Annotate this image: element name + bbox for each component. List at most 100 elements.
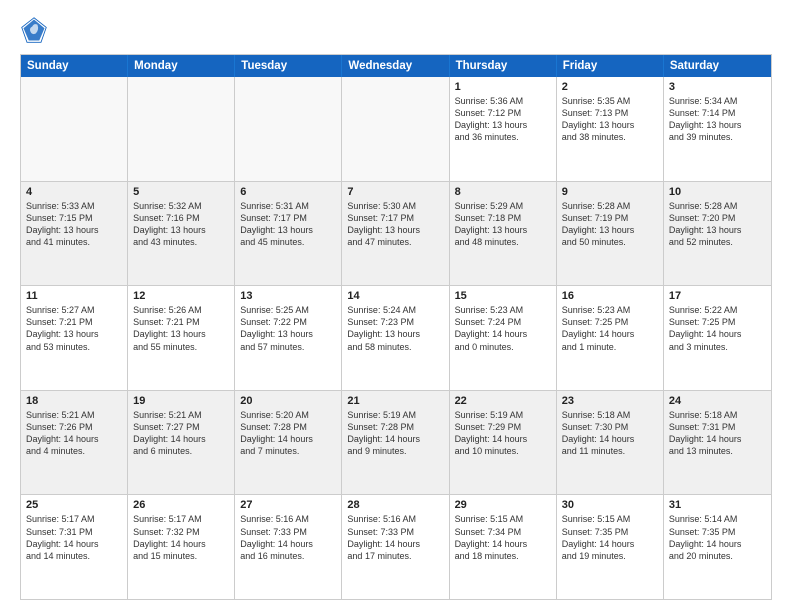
day-info: Sunrise: 5:30 AM Sunset: 7:17 PM Dayligh…	[347, 200, 443, 249]
day-number: 11	[26, 290, 122, 302]
logo	[20, 16, 52, 44]
day-number: 24	[669, 395, 766, 407]
day-info: Sunrise: 5:14 AM Sunset: 7:35 PM Dayligh…	[669, 513, 766, 562]
day-number: 20	[240, 395, 336, 407]
day-info: Sunrise: 5:15 AM Sunset: 7:35 PM Dayligh…	[562, 513, 658, 562]
day-number: 19	[133, 395, 229, 407]
day-info: Sunrise: 5:27 AM Sunset: 7:21 PM Dayligh…	[26, 304, 122, 353]
calendar-row-4: 18 Sunrise: 5:21 AM Sunset: 7:26 PM Dayli…	[21, 390, 771, 495]
day-cell-2: 2 Sunrise: 5:35 AM Sunset: 7:13 PM Daylig…	[557, 77, 664, 181]
calendar: SundayMondayTuesdayWednesdayThursdayFrid…	[20, 54, 772, 600]
day-info: Sunrise: 5:33 AM Sunset: 7:15 PM Dayligh…	[26, 200, 122, 249]
day-cell-3: 3 Sunrise: 5:34 AM Sunset: 7:14 PM Daylig…	[664, 77, 771, 181]
day-cell-30: 30 Sunrise: 5:15 AM Sunset: 7:35 PM Dayli…	[557, 495, 664, 599]
day-info: Sunrise: 5:25 AM Sunset: 7:22 PM Dayligh…	[240, 304, 336, 353]
day-info: Sunrise: 5:23 AM Sunset: 7:25 PM Dayligh…	[562, 304, 658, 353]
logo-icon	[20, 16, 48, 44]
day-cell-16: 16 Sunrise: 5:23 AM Sunset: 7:25 PM Dayli…	[557, 286, 664, 390]
calendar-row-5: 25 Sunrise: 5:17 AM Sunset: 7:31 PM Dayli…	[21, 494, 771, 599]
day-number: 25	[26, 499, 122, 511]
calendar-row-1: 1 Sunrise: 5:36 AM Sunset: 7:12 PM Daylig…	[21, 77, 771, 181]
day-cell-1: 1 Sunrise: 5:36 AM Sunset: 7:12 PM Daylig…	[450, 77, 557, 181]
header-cell-tuesday: Tuesday	[235, 55, 342, 77]
day-number: 5	[133, 186, 229, 198]
empty-cell	[235, 77, 342, 181]
day-info: Sunrise: 5:19 AM Sunset: 7:28 PM Dayligh…	[347, 409, 443, 458]
calendar-header: SundayMondayTuesdayWednesdayThursdayFrid…	[21, 55, 771, 77]
day-info: Sunrise: 5:18 AM Sunset: 7:30 PM Dayligh…	[562, 409, 658, 458]
day-info: Sunrise: 5:23 AM Sunset: 7:24 PM Dayligh…	[455, 304, 551, 353]
day-cell-5: 5 Sunrise: 5:32 AM Sunset: 7:16 PM Daylig…	[128, 182, 235, 286]
day-number: 10	[669, 186, 766, 198]
day-cell-31: 31Sunrise: 5:14 AM Sunset: 7:35 PM Dayli…	[664, 495, 771, 599]
header-cell-thursday: Thursday	[450, 55, 557, 77]
day-cell-9: 9Sunrise: 5:28 AM Sunset: 7:19 PM Daylig…	[557, 182, 664, 286]
calendar-body: 1 Sunrise: 5:36 AM Sunset: 7:12 PM Daylig…	[21, 77, 771, 599]
day-info: Sunrise: 5:21 AM Sunset: 7:27 PM Dayligh…	[133, 409, 229, 458]
day-number: 22	[455, 395, 551, 407]
day-cell-20: 20Sunrise: 5:20 AM Sunset: 7:28 PM Dayli…	[235, 391, 342, 495]
day-number: 8	[455, 186, 551, 198]
day-cell-25: 25 Sunrise: 5:17 AM Sunset: 7:31 PM Dayli…	[21, 495, 128, 599]
day-cell-11: 11 Sunrise: 5:27 AM Sunset: 7:21 PM Dayli…	[21, 286, 128, 390]
day-cell-10: 10 Sunrise: 5:28 AM Sunset: 7:20 PM Dayli…	[664, 182, 771, 286]
day-info: Sunrise: 5:26 AM Sunset: 7:21 PM Dayligh…	[133, 304, 229, 353]
day-info: Sunrise: 5:21 AM Sunset: 7:26 PM Dayligh…	[26, 409, 122, 458]
empty-cell	[342, 77, 449, 181]
calendar-row-2: 4 Sunrise: 5:33 AM Sunset: 7:15 PM Daylig…	[21, 181, 771, 286]
day-number: 9	[562, 186, 658, 198]
day-info: Sunrise: 5:19 AM Sunset: 7:29 PM Dayligh…	[455, 409, 551, 458]
day-cell-28: 28 Sunrise: 5:16 AM Sunset: 7:33 PM Dayli…	[342, 495, 449, 599]
day-info: Sunrise: 5:32 AM Sunset: 7:16 PM Dayligh…	[133, 200, 229, 249]
day-info: Sunrise: 5:24 AM Sunset: 7:23 PM Dayligh…	[347, 304, 443, 353]
day-number: 16	[562, 290, 658, 302]
day-cell-17: 17Sunrise: 5:22 AM Sunset: 7:25 PM Dayli…	[664, 286, 771, 390]
day-number: 21	[347, 395, 443, 407]
day-info: Sunrise: 5:28 AM Sunset: 7:20 PM Dayligh…	[669, 200, 766, 249]
day-number: 26	[133, 499, 229, 511]
day-number: 15	[455, 290, 551, 302]
day-number: 13	[240, 290, 336, 302]
day-number: 14	[347, 290, 443, 302]
day-number: 23	[562, 395, 658, 407]
day-info: Sunrise: 5:17 AM Sunset: 7:32 PM Dayligh…	[133, 513, 229, 562]
header-cell-wednesday: Wednesday	[342, 55, 449, 77]
day-cell-13: 13 Sunrise: 5:25 AM Sunset: 7:22 PM Dayli…	[235, 286, 342, 390]
day-cell-14: 14 Sunrise: 5:24 AM Sunset: 7:23 PM Dayli…	[342, 286, 449, 390]
day-info: Sunrise: 5:35 AM Sunset: 7:13 PM Dayligh…	[562, 95, 658, 144]
day-info: Sunrise: 5:17 AM Sunset: 7:31 PM Dayligh…	[26, 513, 122, 562]
day-number: 29	[455, 499, 551, 511]
day-cell-19: 19 Sunrise: 5:21 AM Sunset: 7:27 PM Dayli…	[128, 391, 235, 495]
day-number: 18	[26, 395, 122, 407]
header-cell-monday: Monday	[128, 55, 235, 77]
calendar-row-3: 11 Sunrise: 5:27 AM Sunset: 7:21 PM Dayli…	[21, 285, 771, 390]
day-cell-7: 7Sunrise: 5:30 AM Sunset: 7:17 PM Daylig…	[342, 182, 449, 286]
header-cell-sunday: Sunday	[21, 55, 128, 77]
day-cell-22: 22 Sunrise: 5:19 AM Sunset: 7:29 PM Dayli…	[450, 391, 557, 495]
day-info: Sunrise: 5:16 AM Sunset: 7:33 PM Dayligh…	[240, 513, 336, 562]
day-number: 27	[240, 499, 336, 511]
day-cell-26: 26 Sunrise: 5:17 AM Sunset: 7:32 PM Dayli…	[128, 495, 235, 599]
day-number: 6	[240, 186, 336, 198]
day-cell-27: 27 Sunrise: 5:16 AM Sunset: 7:33 PM Dayli…	[235, 495, 342, 599]
day-number: 3	[669, 81, 766, 93]
day-number: 30	[562, 499, 658, 511]
day-cell-24: 24 Sunrise: 5:18 AM Sunset: 7:31 PM Dayli…	[664, 391, 771, 495]
day-number: 12	[133, 290, 229, 302]
day-info: Sunrise: 5:18 AM Sunset: 7:31 PM Dayligh…	[669, 409, 766, 458]
empty-cell	[128, 77, 235, 181]
day-info: Sunrise: 5:16 AM Sunset: 7:33 PM Dayligh…	[347, 513, 443, 562]
day-number: 2	[562, 81, 658, 93]
day-number: 1	[455, 81, 551, 93]
day-info: Sunrise: 5:29 AM Sunset: 7:18 PM Dayligh…	[455, 200, 551, 249]
day-info: Sunrise: 5:34 AM Sunset: 7:14 PM Dayligh…	[669, 95, 766, 144]
day-info: Sunrise: 5:31 AM Sunset: 7:17 PM Dayligh…	[240, 200, 336, 249]
day-cell-8: 8 Sunrise: 5:29 AM Sunset: 7:18 PM Daylig…	[450, 182, 557, 286]
day-cell-21: 21 Sunrise: 5:19 AM Sunset: 7:28 PM Dayli…	[342, 391, 449, 495]
day-info: Sunrise: 5:36 AM Sunset: 7:12 PM Dayligh…	[455, 95, 551, 144]
empty-cell	[21, 77, 128, 181]
header	[20, 16, 772, 44]
day-cell-12: 12 Sunrise: 5:26 AM Sunset: 7:21 PM Dayli…	[128, 286, 235, 390]
day-number: 28	[347, 499, 443, 511]
day-number: 4	[26, 186, 122, 198]
